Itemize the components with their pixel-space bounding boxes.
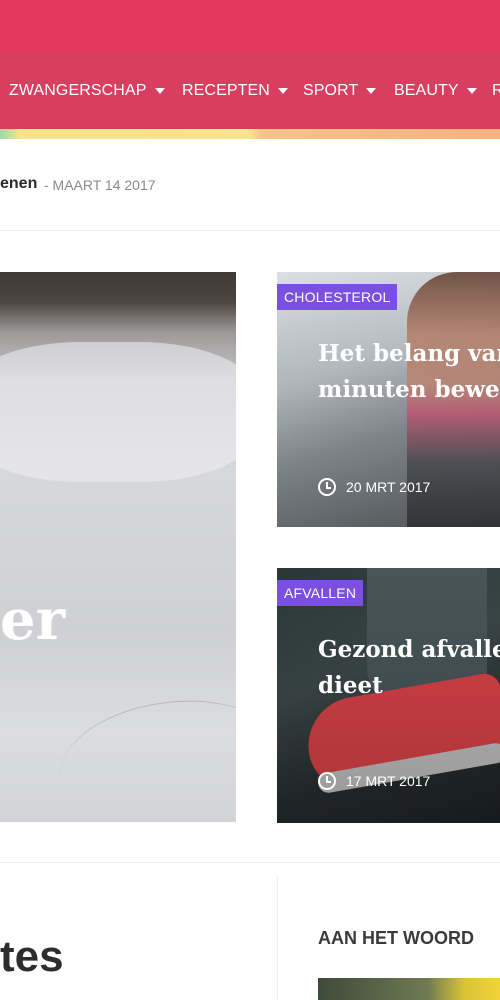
nav-item-beauty[interactable]: BEAUTY xyxy=(394,79,477,103)
ticker-headline[interactable]: enen xyxy=(0,175,37,193)
nav-item-label: ZWANGERSCHAP xyxy=(9,82,147,99)
top-bar xyxy=(0,0,500,52)
hero-article[interactable]: er xyxy=(0,272,236,822)
hero-title[interactable]: er xyxy=(0,592,65,648)
card-date: 20 MRT 2017 xyxy=(318,477,430,497)
nav-item-label: SPORT xyxy=(303,82,359,99)
category-badge[interactable]: AFVALLEN xyxy=(277,580,364,606)
column-divider xyxy=(277,877,278,1000)
clock-icon xyxy=(318,772,336,790)
caret-down-icon xyxy=(277,88,288,94)
color-stripe xyxy=(0,129,500,139)
news-ticker: enen - MAART 14 2017 xyxy=(0,139,500,231)
latest-section-title: tes xyxy=(0,932,64,981)
card-title-line: Het belang van xyxy=(318,340,500,367)
caret-down-icon xyxy=(366,88,377,94)
category-badge[interactable]: CHOLESTEROL xyxy=(277,284,398,310)
nav-item-zwangerschap[interactable]: ZWANGERSCHAP xyxy=(9,79,165,103)
article-card-afvallen[interactable]: AFVALLEN Gezond afvalle dieet 17 MRT 201… xyxy=(277,568,500,823)
clock-icon xyxy=(318,478,336,496)
card-title-line: dieet xyxy=(318,672,383,699)
card-title[interactable]: Het belang van minuten bewe xyxy=(318,336,500,408)
card-title-line: minuten bewe xyxy=(318,376,500,403)
widget-thumbnail[interactable] xyxy=(318,978,500,1000)
card-title[interactable]: Gezond afvalle dieet xyxy=(318,632,500,704)
nav-item-label: R xyxy=(492,82,500,99)
ticker-date: - MAART 14 2017 xyxy=(44,177,156,193)
hero-image-pillow xyxy=(0,342,236,482)
section-divider xyxy=(0,862,500,863)
caret-down-icon xyxy=(466,88,477,94)
article-card-cholesterol[interactable]: CHOLESTEROL Het belang van minuten bewe … xyxy=(277,272,500,527)
hero-image-sheet xyxy=(52,687,236,822)
caret-down-icon xyxy=(154,88,165,94)
card-date: 17 MRT 2017 xyxy=(318,771,430,791)
card-date-text: 17 MRT 2017 xyxy=(346,773,431,789)
nav-item-sport[interactable]: SPORT xyxy=(303,79,377,103)
main-navigation: ZWANGERSCHAP RECEPTEN SPORT BEAUTY R xyxy=(0,52,500,129)
widget-title: AAN HET WOORD xyxy=(318,928,474,948)
card-date-text: 20 MRT 2017 xyxy=(346,479,431,495)
nav-item-label: BEAUTY xyxy=(394,82,459,99)
card-title-line: Gezond afvalle xyxy=(318,636,500,663)
nav-item-label: RECEPTEN xyxy=(182,82,270,99)
nav-item-recepten[interactable]: RECEPTEN xyxy=(182,79,288,103)
nav-item-more[interactable]: R xyxy=(492,79,500,103)
